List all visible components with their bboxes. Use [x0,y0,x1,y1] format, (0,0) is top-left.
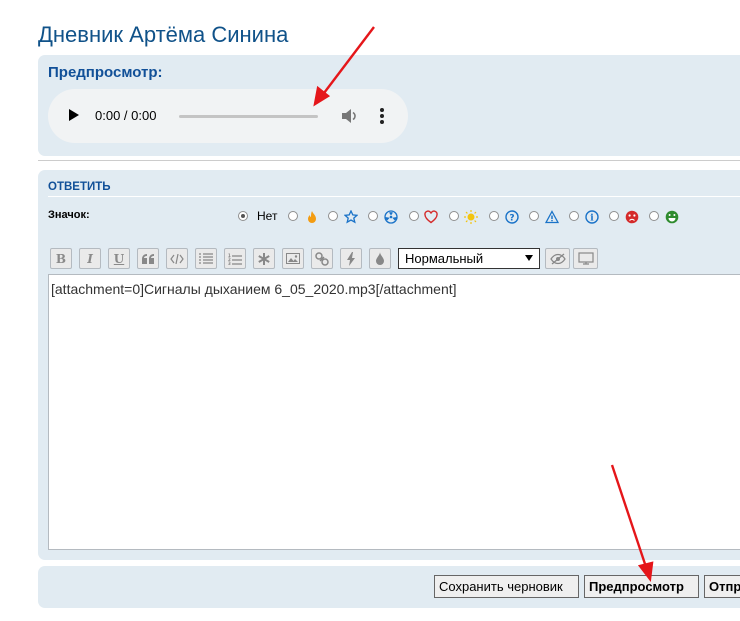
annotation-arrow-preview-button [610,464,654,583]
annotation-arrow-audio [313,26,375,107]
annotation-arrows [313,26,654,583]
